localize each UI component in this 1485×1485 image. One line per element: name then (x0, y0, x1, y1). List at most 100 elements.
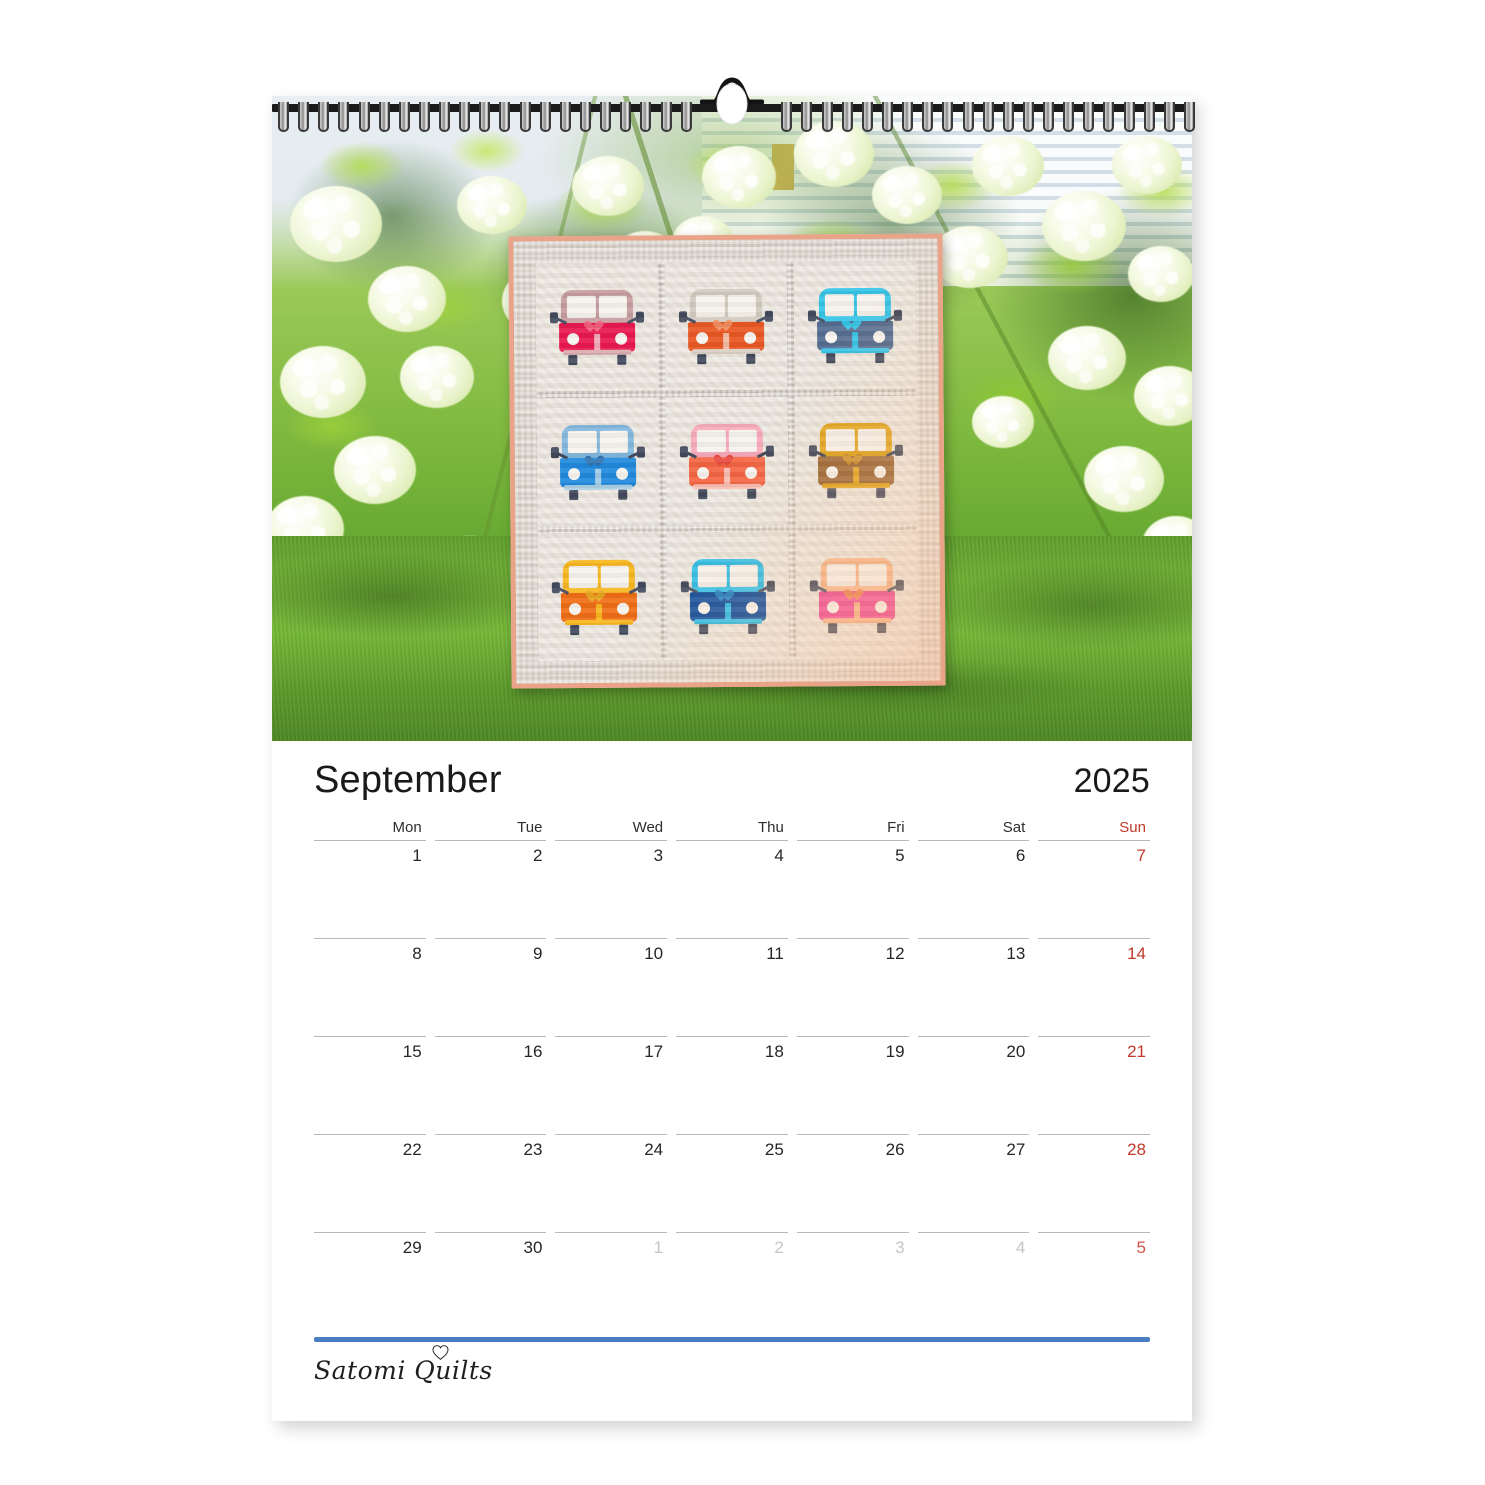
headlight (696, 332, 709, 345)
day-number: 20 (1006, 1042, 1026, 1061)
spiral-coil (479, 102, 491, 132)
headlight (744, 331, 757, 344)
day-number: 26 (885, 1140, 905, 1159)
day-cell[interactable]: 4 (917, 1232, 1030, 1330)
van-wheel (570, 625, 580, 636)
day-number: 16 (523, 1042, 543, 1061)
day-cell[interactable]: 24 (555, 1134, 668, 1232)
heart-icon (840, 317, 863, 332)
weekday-sun: Sun (1119, 819, 1146, 836)
day-cell[interactable]: 1 (314, 840, 426, 938)
spiral-coil (882, 102, 893, 132)
headlight (874, 465, 887, 478)
headlight (697, 602, 711, 615)
hydrangea-bloom (1128, 246, 1192, 302)
day-cell[interactable]: 16 (434, 1036, 547, 1134)
hydrangea-bloom (457, 176, 527, 234)
day-cell[interactable]: 20 (917, 1036, 1030, 1134)
weekday-thu: Thu (757, 819, 784, 836)
day-cell[interactable]: 3 (796, 1232, 909, 1330)
day-number: 17 (644, 1042, 664, 1061)
day-cell[interactable]: 9 (434, 938, 547, 1036)
day-cell[interactable]: 11 (676, 938, 788, 1036)
day-cell[interactable]: 12 (796, 938, 909, 1036)
day-cell[interactable]: 29 (314, 1232, 426, 1330)
day-cell[interactable]: 21 (1038, 1036, 1150, 1134)
day-cell[interactable]: 5 (1038, 1232, 1150, 1330)
spiral-coil (499, 102, 511, 132)
calendar-header: September 2025 (314, 759, 1150, 815)
day-cell[interactable]: 26 (796, 1134, 909, 1232)
day-number: 4 (774, 846, 784, 865)
day-cell[interactable]: 2 (434, 840, 547, 938)
van-wheel (746, 353, 756, 364)
quilt-block (793, 260, 917, 390)
day-number: 6 (1015, 846, 1026, 865)
hanging-hook-icon (700, 77, 764, 125)
day-cell[interactable]: 28 (1038, 1134, 1150, 1232)
day-number: 29 (402, 1238, 422, 1257)
campervan-icon (808, 421, 903, 500)
day-cell[interactable]: 22 (314, 1134, 426, 1232)
spiral-coil (1022, 102, 1034, 132)
spiral-coil (821, 102, 833, 132)
heart-icon (584, 589, 607, 604)
van-wheel (748, 623, 758, 634)
quilt-block (665, 396, 789, 526)
spiral-coil (982, 102, 994, 132)
van-wheel (747, 488, 757, 499)
headlight (568, 603, 582, 616)
van-windows (568, 565, 629, 589)
spiral-coil (1123, 102, 1135, 132)
day-number: 19 (885, 1042, 905, 1061)
calendar-screenshot: September 2025 Mon Tue Wed Thu Fri Sat S… (0, 0, 1485, 1485)
spiral-binding (272, 77, 1195, 132)
weekday-header-row: Mon Tue Wed Thu Fri Sat Sun (314, 819, 1150, 840)
day-cell[interactable]: 14 (1038, 938, 1150, 1036)
spiral-coil (358, 102, 370, 132)
hydrangea-bloom (368, 266, 446, 332)
spiral-coil (680, 102, 692, 132)
day-number: 23 (523, 1140, 543, 1159)
hydrangea-bloom (400, 346, 474, 408)
spiral-coil (519, 102, 531, 132)
day-cell[interactable]: 3 (555, 840, 668, 938)
spiral-coil (1184, 102, 1195, 132)
spiral-coil (942, 102, 954, 132)
day-cell[interactable]: 4 (676, 840, 788, 938)
campervan-icon (550, 423, 645, 502)
day-cell[interactable]: 8 (314, 938, 426, 1036)
spiral-coil (378, 102, 390, 132)
day-cell[interactable]: 13 (917, 938, 1030, 1036)
day-cell[interactable]: 25 (676, 1134, 788, 1232)
footer-divider (314, 1337, 1150, 1342)
day-cell[interactable]: 23 (434, 1134, 547, 1232)
day-number: 12 (885, 944, 905, 963)
day-number: 4 (1015, 1238, 1026, 1257)
day-cell[interactable]: 6 (917, 840, 1030, 938)
day-cell[interactable]: 19 (796, 1036, 909, 1134)
van-wheel (617, 354, 627, 365)
quilt-block (535, 262, 659, 392)
hydrangea-bloom (972, 396, 1034, 448)
campervan-icon (679, 422, 774, 501)
headlight (697, 467, 710, 480)
day-cell[interactable]: 15 (314, 1036, 426, 1134)
quilt-block (664, 261, 788, 391)
day-cell[interactable]: 2 (676, 1232, 788, 1330)
weekday-fri: Fri (887, 819, 905, 836)
day-cell[interactable]: 30 (434, 1232, 547, 1330)
day-cell[interactable]: 5 (796, 840, 909, 938)
day-cell[interactable]: 17 (555, 1036, 668, 1134)
spiral-coil (1103, 102, 1115, 132)
day-cell[interactable]: 27 (917, 1134, 1030, 1232)
hydrangea-bloom (1084, 446, 1164, 512)
day-cell[interactable]: 7 (1038, 840, 1150, 938)
headlight (745, 466, 758, 479)
day-cell[interactable]: 10 (555, 938, 668, 1036)
day-number: 14 (1127, 944, 1146, 963)
day-number: 10 (644, 944, 664, 963)
day-cell[interactable]: 1 (555, 1232, 668, 1330)
van-wheel (877, 622, 887, 633)
day-cell[interactable]: 18 (676, 1036, 788, 1134)
